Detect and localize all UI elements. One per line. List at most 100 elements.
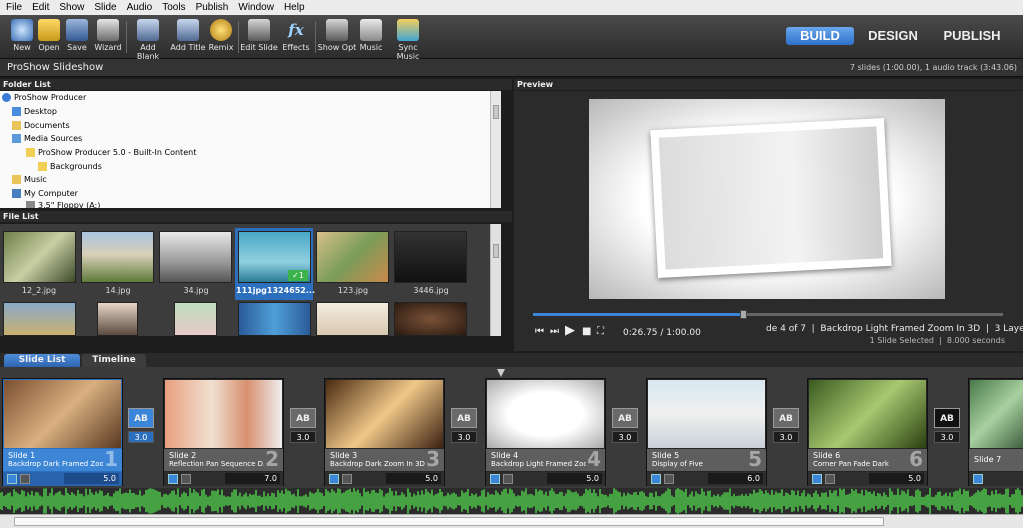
publish-mode-button[interactable]: PUBLISH: [936, 27, 1008, 45]
menu-audio[interactable]: Audio: [127, 2, 153, 13]
folder-item[interactable]: ProShow Producer 5.0 - Built-In Content: [26, 146, 196, 159]
transition-duration[interactable]: 3.0: [773, 431, 799, 443]
open-button[interactable]: Open: [36, 17, 62, 57]
scroll-thumb[interactable]: [493, 105, 499, 119]
slide-item[interactable]: Slide 1 Backdrop Dark Framed Zoo... 1 5.0: [2, 378, 123, 486]
transition-item[interactable]: AB 3.0: [451, 408, 477, 444]
slide-duration[interactable]: 5.0: [547, 473, 602, 484]
globe-icon: [2, 93, 11, 102]
folder-scrollbar[interactable]: [490, 91, 501, 208]
menu-publish[interactable]: Publish: [196, 2, 229, 13]
slide-item[interactable]: Slide 6 Corner Pan Fade Dark 6 5.0: [807, 378, 928, 486]
build-mode-button[interactable]: BUILD: [786, 27, 854, 45]
menu-tools[interactable]: Tools: [162, 2, 185, 13]
slide-list-scrollbar[interactable]: [0, 514, 1023, 528]
transition-item[interactable]: AB 3.0: [290, 408, 316, 444]
add-title-button[interactable]: Add Title: [170, 17, 206, 57]
wizard-button[interactable]: Wizard: [92, 17, 124, 57]
sync-music-button[interactable]: Sync Music: [386, 17, 430, 61]
slide-duration[interactable]: 7.0: [225, 473, 280, 484]
folder-item[interactable]: Desktop: [12, 105, 57, 118]
file-thumbnail[interactable]: [3, 302, 76, 336]
play-slide-icon[interactable]: [7, 474, 17, 484]
music-button[interactable]: Music: [357, 17, 385, 57]
transition-item[interactable]: AB 3.0: [773, 408, 799, 444]
play-icon[interactable]: ▶: [565, 323, 575, 338]
transition-duration[interactable]: 3.0: [451, 431, 477, 443]
layers-icon: [825, 474, 835, 484]
tab-timeline[interactable]: Timeline: [82, 354, 146, 367]
file-thumbnail[interactable]: [174, 302, 217, 336]
edit-slide-button[interactable]: Edit Slide: [240, 17, 278, 57]
menu-help[interactable]: Help: [284, 2, 305, 13]
show-options-icon: [326, 19, 348, 41]
menu-file[interactable]: File: [6, 2, 22, 13]
play-slide-icon[interactable]: [490, 474, 500, 484]
preview-slide-info: de 4 of 7 | Backdrop Light Framed Zoom I…: [766, 324, 1023, 334]
menu-window[interactable]: Window: [238, 2, 274, 13]
play-slide-icon[interactable]: [651, 474, 661, 484]
new-button[interactable]: New: [8, 17, 36, 57]
show-options-button[interactable]: Show Opt: [317, 17, 357, 57]
menu-show[interactable]: Show: [59, 2, 84, 13]
transition-duration[interactable]: 3.0: [128, 431, 154, 443]
transition-duration[interactable]: 3.0: [290, 431, 316, 443]
menu-slide[interactable]: Slide: [94, 2, 116, 13]
file-thumbnail[interactable]: [97, 302, 138, 336]
slide-duration[interactable]: 5.0: [869, 473, 924, 484]
transition-duration[interactable]: 3.0: [934, 431, 960, 443]
file-thumbnail[interactable]: [81, 231, 154, 283]
stop-icon[interactable]: ■: [582, 326, 591, 337]
play-slide-icon[interactable]: [329, 474, 339, 484]
remix-icon: [210, 19, 232, 41]
transition-item[interactable]: AB 3.0: [612, 408, 638, 444]
menu-edit[interactable]: Edit: [32, 2, 49, 13]
save-button[interactable]: Save: [64, 17, 90, 57]
preview-scrubber[interactable]: [533, 310, 1003, 319]
slide-item[interactable]: Slide 2 Reflection Pan Sequence D... 2 7.0: [163, 378, 284, 486]
play-slide-icon[interactable]: [812, 474, 822, 484]
file-thumbnail[interactable]: [3, 231, 76, 283]
folder-item[interactable]: Music: [12, 173, 47, 186]
play-slide-icon[interactable]: [973, 474, 983, 484]
folder-item[interactable]: Documents: [12, 119, 70, 132]
file-thumbnail[interactable]: [394, 231, 467, 283]
tab-slide-list[interactable]: Slide List: [4, 354, 80, 367]
folder-item[interactable]: Backgrounds: [38, 160, 102, 173]
remix-button[interactable]: Remix: [207, 17, 235, 57]
add-blank-button[interactable]: Add Blank: [128, 17, 168, 61]
slide-duration[interactable]: 6.0: [708, 473, 763, 484]
skip-back-icon[interactable]: ⏮: [535, 326, 544, 337]
file-thumbnail[interactable]: [316, 302, 389, 336]
folder-item[interactable]: ProShow Producer: [2, 91, 86, 104]
file-thumbnail[interactable]: [394, 302, 467, 336]
transition-item[interactable]: AB 3.0: [934, 408, 960, 444]
effects-button[interactable]: fx Effects: [280, 17, 312, 57]
folder-item[interactable]: 3.5" Floppy (A:): [26, 199, 100, 208]
file-scrollbar[interactable]: [490, 224, 501, 336]
file-thumbnail[interactable]: [316, 231, 389, 283]
play-slide-icon[interactable]: [168, 474, 178, 484]
preview-time: 0:26.75 / 1:00.00: [623, 328, 701, 338]
computer-icon: [12, 189, 21, 198]
transition-item[interactable]: AB 3.0: [128, 408, 154, 444]
fullscreen-icon[interactable]: ⛶: [597, 326, 604, 337]
slide-item[interactable]: Slide 3 Backdrop Dark Zoom In 3D 3 5.0: [324, 378, 445, 486]
transition-duration[interactable]: 3.0: [612, 431, 638, 443]
audio-waveform[interactable]: [0, 488, 1023, 514]
slide-duration[interactable]: 5.0: [386, 473, 441, 484]
file-thumbnail[interactable]: [238, 302, 311, 336]
slide-item[interactable]: Slide 4 Backdrop Light Framed Zoo... 4 5.0: [485, 378, 606, 486]
scroll-thumb[interactable]: [493, 244, 499, 258]
scroll-thumb[interactable]: [14, 517, 884, 526]
skip-forward-icon[interactable]: ⏭: [550, 326, 559, 337]
slide-duration[interactable]: 5.0: [64, 473, 119, 484]
transition-icon: AB: [128, 408, 154, 428]
slide-item[interactable]: Slide 5 Display of Five 5 6.0: [646, 378, 767, 486]
file-thumbnail[interactable]: [159, 231, 232, 283]
design-mode-button[interactable]: DESIGN: [860, 27, 926, 45]
slide-item[interactable]: Slide 7: [968, 378, 1023, 486]
folder-item[interactable]: Media Sources: [12, 132, 82, 145]
scrubber-knob[interactable]: [739, 310, 747, 319]
folder-tree: ProShow Producer Desktop Documents Media…: [0, 91, 501, 208]
